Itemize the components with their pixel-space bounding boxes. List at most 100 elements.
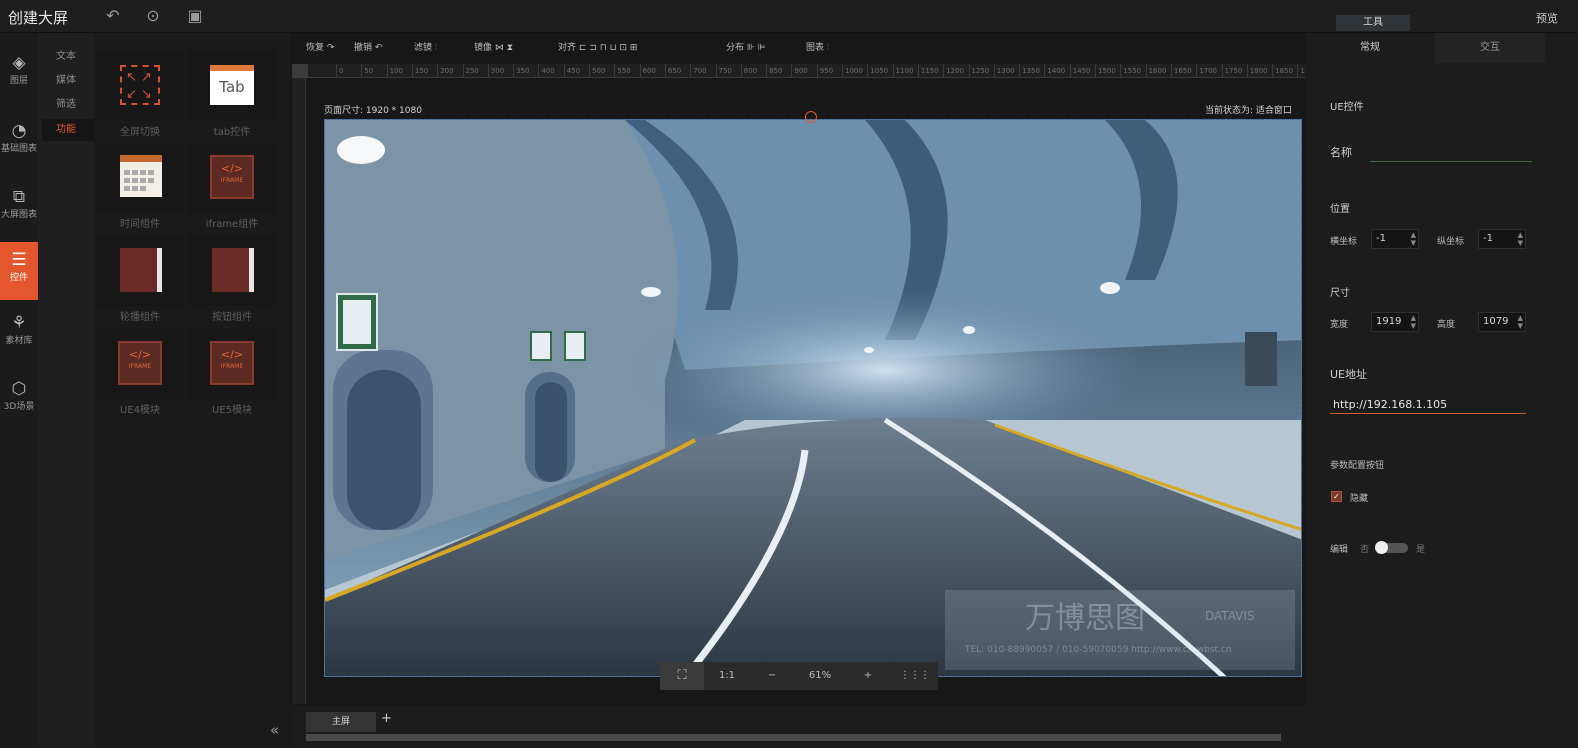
component-fullscreen-toggle[interactable]: 全屏切换 [96, 51, 184, 143]
tools-tab[interactable]: 工具 [1336, 15, 1410, 31]
component-ue4[interactable]: </> IFRAME UE4模块 [96, 329, 184, 421]
component-time[interactable]: 时间组件 [96, 143, 184, 235]
nav-item-assets[interactable]: ⚘ 素材库 [0, 305, 38, 363]
mirror-label: 镜像 [474, 43, 493, 53]
tab-interaction[interactable]: 交互 [1435, 33, 1545, 63]
play-icon[interactable]: ⊙ [143, 6, 163, 26]
component-label: UE4模块 [120, 405, 160, 416]
redo-icon: ↷ [326, 43, 335, 53]
grid-icon[interactable]: ⋮⋮⋮ [900, 662, 930, 690]
nav-item-basic-charts[interactable]: ◔ 基础图表 [0, 113, 38, 171]
section-title: UE控件 [1330, 102, 1364, 113]
y-input[interactable]: -1 ▲ ▼ [1478, 229, 1526, 249]
component-tab[interactable]: Tab tab控件 [188, 51, 276, 143]
ruler-tick: 1550 [1120, 64, 1141, 77]
chart-button[interactable]: 图表 ⫶ [806, 40, 829, 53]
ruler-tick: 950 [816, 64, 833, 77]
add-screen-button[interactable]: + [381, 711, 392, 726]
ruler-tick: 800 [740, 64, 757, 77]
zoom-in-button[interactable]: + [856, 662, 880, 690]
height-input[interactable]: 1079 ▲ ▼ [1478, 312, 1526, 332]
hide-label: 隐藏 [1350, 494, 1369, 504]
sliders-icon: ☰ [11, 250, 27, 270]
ruler-tick: 200 [437, 64, 454, 77]
nav-item-screen-charts[interactable]: ⧉ 大屏图表 [0, 179, 38, 237]
distribute-icons: ⊪ ⊫ [746, 43, 766, 53]
ue-address-input[interactable]: http://192.168.1.105 [1330, 396, 1526, 414]
component-carousel[interactable]: 轮播组件 [96, 236, 184, 328]
fit-screen-button[interactable]: ⛶ [660, 662, 704, 690]
nav-item-controls[interactable]: ☰ 控件 [0, 242, 38, 300]
page-size-label: 页面尺寸: 1920 * 1080 [324, 106, 422, 116]
nav-item-label: 控件 [9, 273, 28, 283]
name-input[interactable] [1370, 148, 1532, 162]
sub-item-filter[interactable]: 筛选 [42, 94, 94, 116]
sub-item-function[interactable]: 功能 [42, 119, 94, 141]
canvas-toolbar: 恢复 ↷ 撤销 ↶ 滤镜 ⫶ 镜像 ⋈ ⧗ 对齐 ⊏ ⊐ ⊓ ⊔ ⊡ ⊞ 分布 … [290, 40, 1305, 58]
rotate-anchor-icon[interactable] [805, 111, 817, 123]
nav-item-label: 素材库 [5, 336, 33, 346]
sub-nav: 文本 媒体 筛选 功能 [38, 33, 94, 748]
tab-main-screen[interactable]: 主屏 [306, 712, 376, 732]
restore-button[interactable]: 恢复 ↷ [306, 40, 334, 53]
book-icon [212, 248, 254, 292]
ue-tunnel-stage[interactable]: 万博思图 DATAVIS TEL: 010-88990057 / 010-590… [324, 119, 1302, 677]
component-button[interactable]: 按钮组件 [188, 236, 276, 328]
ruler-tick: 1900 [1297, 64, 1305, 77]
undo-icon[interactable]: ↶ [103, 6, 123, 26]
ruler-tick: 100 [386, 64, 403, 77]
filter-button[interactable]: 滤镜 ⫶ [414, 40, 437, 53]
sub-item-media[interactable]: 媒体 [42, 70, 94, 92]
ruler-tick: 1200 [943, 64, 964, 77]
zoom-1-1-button[interactable]: 1:1 [710, 662, 744, 690]
spinner-icon[interactable]: ▲ ▼ [1518, 231, 1523, 247]
param-config-label: 参数配置按钮 [1330, 461, 1385, 471]
preview-button[interactable]: 预览 [1536, 10, 1558, 26]
nav-item-3d-scene[interactable]: ⬡ 3D场景 [0, 371, 38, 429]
nav-item-label: 图层 [9, 76, 28, 86]
horizontal-scrollbar[interactable] [306, 734, 1281, 741]
component-iframe[interactable]: </> IFRAME iframe组件 [188, 143, 276, 235]
ruler-tick: 0 [336, 64, 343, 77]
ruler-tick: 250 [462, 64, 479, 77]
x-input[interactable]: -1 ▲ ▼ [1371, 229, 1419, 249]
component-label: iframe组件 [205, 219, 259, 230]
ruler-tick: 1800 [1246, 64, 1268, 77]
sub-item-text[interactable]: 文本 [42, 46, 94, 68]
chart-icon: ⫶ [434, 43, 438, 53]
component-thumb: </> IFRAME [96, 329, 184, 399]
ruler-tick: 750 [715, 64, 732, 77]
watermark-brand: 万博思图 [1025, 601, 1145, 636]
spinner-icon[interactable]: ▲ ▼ [1411, 314, 1416, 330]
ruler-corner [292, 64, 308, 78]
distribute-button[interactable]: 分布 ⊪ ⊫ [726, 40, 765, 53]
edit-toggle[interactable] [1375, 541, 1408, 554]
undo-button[interactable]: 撤销 ↶ [354, 40, 382, 53]
zoom-out-button[interactable]: − [760, 662, 784, 690]
tab-general[interactable]: 常规 [1305, 33, 1435, 63]
width-input[interactable]: 1919 ▲ ▼ [1371, 312, 1419, 332]
component-panel: 全屏切换 Tab tab控件 时间组件 </>IFRAME iframe组件 轮… [94, 33, 290, 748]
flip-v-icon: ⧗ [506, 43, 514, 53]
ruler-tick: 700 [690, 64, 707, 77]
component-thumb [96, 236, 184, 306]
ruler-tick: 1150 [917, 64, 939, 77]
collapse-left-icon[interactable]: « [270, 721, 279, 739]
align-button[interactable]: 对齐 ⊏ ⊐ ⊓ ⊔ ⊡ ⊞ [558, 40, 637, 53]
edit-on-label: 是 [1416, 545, 1426, 555]
nav-item-label: 大屏图表 [0, 210, 37, 220]
nav-item-layers[interactable]: ◈ 图层 [0, 45, 38, 103]
component-thumb: </> IFRAME [188, 329, 276, 399]
hide-checkbox[interactable]: ✓ [1331, 491, 1342, 502]
mirror-button[interactable]: 镜像 ⋈ ⧗ [474, 40, 513, 53]
ue-address-label: UE地址 [1330, 368, 1368, 381]
spinner-icon[interactable]: ▲ ▼ [1411, 231, 1416, 247]
component-label: 轮播组件 [120, 312, 160, 323]
ruler-tick: 1100 [892, 64, 913, 77]
ruler-tick: 1700 [1196, 64, 1217, 77]
left-nav: ◈ 图层 ◔ 基础图表 ⧉ 大屏图表 ☰ 控件 ⚘ 素材库 ⬡ 3D场景 [0, 33, 38, 748]
save-icon[interactable]: ▣ [185, 6, 205, 26]
spinner-icon[interactable]: ▲ ▼ [1518, 314, 1523, 330]
component-ue5[interactable]: </> IFRAME UE5模块 [188, 329, 276, 421]
layers-icon: ◈ [12, 53, 26, 73]
